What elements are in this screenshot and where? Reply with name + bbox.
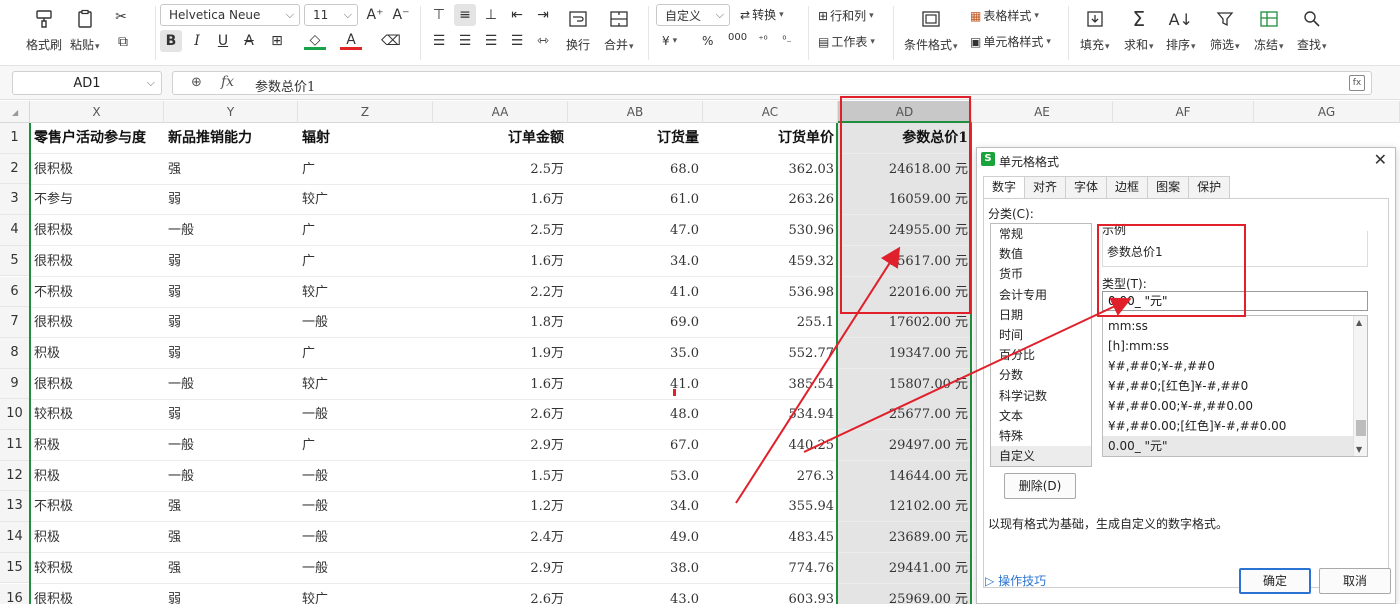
arrow-to-cell — [735, 246, 901, 504]
spreadsheet-app: 格式刷 粘贴▾ ✂ ⧉ Helvetica Neue ⌵ 11 ⌵ A⁺ A⁻ B … — [0, 0, 1400, 604]
arrow-to-type — [803, 297, 1132, 453]
annotation-arrows — [735, 246, 1132, 504]
